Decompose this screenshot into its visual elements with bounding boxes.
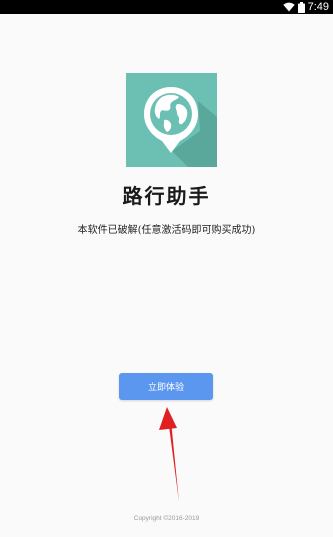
red-arrow-annotation	[159, 407, 179, 502]
status-time: 7:49	[307, 1, 329, 13]
app-logo	[126, 73, 217, 167]
crack-note: 本软件已破解(任意激活码即可购买成功)	[77, 225, 256, 236]
app-name: 路行助手	[122, 184, 211, 208]
wifi-icon	[282, 2, 295, 12]
copyright-text: Copyright ©2016-2019	[133, 515, 200, 522]
status-icons: 7:49	[282, 1, 329, 13]
status-bar: 7:49	[0, 0, 333, 14]
start-experience-button[interactable]: 立即体验	[119, 373, 213, 400]
battery-icon	[297, 1, 305, 13]
globe-map-pin-icon	[126, 73, 217, 167]
